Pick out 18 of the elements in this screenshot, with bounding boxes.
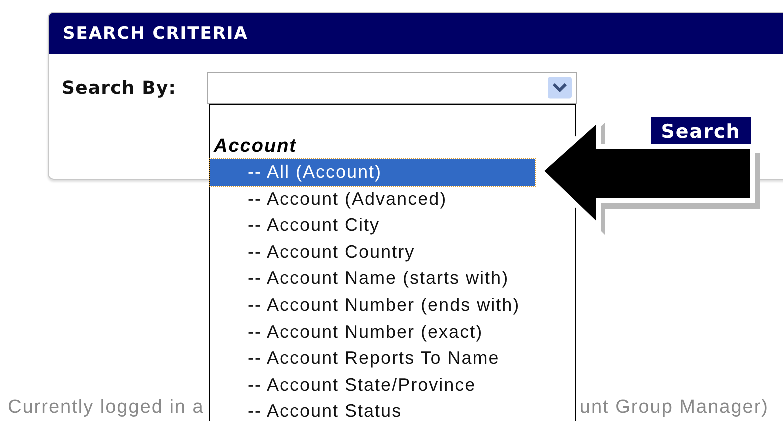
search-by-select[interactable] bbox=[207, 72, 577, 104]
dropdown-option[interactable]: -- Account Country bbox=[210, 238, 535, 266]
panel-title: SEARCH CRITERIA bbox=[63, 24, 248, 44]
dropdown-option[interactable]: -- Account Number (exact) bbox=[210, 318, 535, 346]
dropdown-option[interactable]: -- Account City bbox=[210, 212, 535, 239]
dropdown-option[interactable]: -- Account State/Province bbox=[210, 372, 535, 398]
login-status-text: Currently logged in a bbox=[8, 397, 204, 419]
dropdown-option[interactable]: -- Account Reports To Name bbox=[210, 345, 535, 372]
login-status-text: unt Group Manager) bbox=[580, 397, 769, 419]
option-group-label: Account bbox=[212, 135, 298, 159]
dropdown-option[interactable]: -- Account Status bbox=[210, 398, 535, 421]
search-button[interactable]: Search bbox=[651, 117, 751, 146]
dropdown-option[interactable]: -- Account Number (ends with) bbox=[210, 292, 535, 319]
search-by-label: Search By: bbox=[62, 78, 178, 98]
caret-icon bbox=[548, 77, 572, 99]
dropdown-option[interactable]: -- Account Name (starts with) bbox=[210, 265, 535, 292]
dropdown-option[interactable]: -- Account (Advanced) bbox=[210, 186, 535, 212]
dropdown-option[interactable]: -- All (Account) bbox=[210, 159, 535, 186]
